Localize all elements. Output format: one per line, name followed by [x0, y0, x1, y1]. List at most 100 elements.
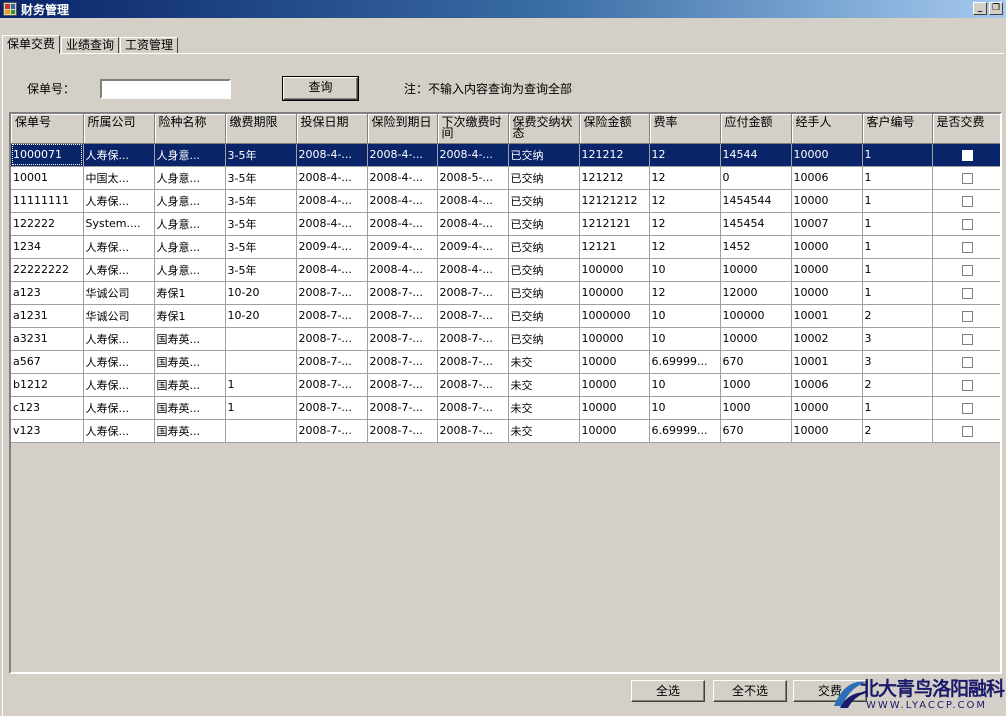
table-cell[interactable]: 1	[862, 281, 933, 305]
restore-icon[interactable]: ❐	[989, 2, 1003, 15]
table-cell[interactable]: 人寿保...	[83, 258, 155, 282]
table-cell[interactable]: 2008-7-...	[296, 304, 368, 328]
table-cell[interactable]: 华诚公司	[83, 304, 155, 328]
table-cell[interactable]: 2009-4-...	[367, 235, 438, 259]
table-cell[interactable]: 寿保1	[154, 281, 226, 305]
select-none-button[interactable]: 全不选	[713, 680, 787, 702]
table-row[interactable]: 122222 System.... 人身意... 3-5年 2008-4-... 2008…	[11, 212, 1000, 236]
table-cell[interactable]: 1454544	[720, 189, 792, 213]
table-cell[interactable]: 已交纳	[508, 166, 580, 190]
table-cell[interactable]: 3-5年	[225, 258, 297, 282]
table-cell[interactable]: 10000	[579, 419, 650, 443]
table-cell[interactable]: 1	[862, 166, 933, 190]
table-cell[interactable]: 2008-7-...	[437, 373, 509, 397]
table-cell[interactable]: 2008-4-...	[296, 212, 368, 236]
table-cell[interactable]: 14544	[720, 143, 792, 167]
column-header[interactable]: 应付金额	[720, 114, 792, 144]
table-cell[interactable]: 10-20	[225, 304, 297, 328]
table-cell[interactable]: 人寿保...	[83, 396, 155, 420]
paid-checkbox[interactable]	[961, 379, 973, 391]
table-cell[interactable]: 121212	[579, 166, 650, 190]
table-cell[interactable]: 2008-4-...	[367, 189, 438, 213]
table-cell[interactable]: 1	[862, 235, 933, 259]
table-cell[interactable]: 2008-7-...	[367, 419, 438, 443]
table-row[interactable]: c123 人寿保... 国寿英... 1 2008-7-... 2008-7-... 200…	[11, 396, 1000, 420]
table-cell[interactable]: 10000	[720, 327, 792, 351]
table-cell[interactable]: 国寿英...	[154, 350, 226, 374]
table-cell[interactable]: 人身意...	[154, 258, 226, 282]
table-cell[interactable]: 2008-7-...	[296, 373, 368, 397]
table-cell[interactable]: 12000	[720, 281, 792, 305]
table-row[interactable]: 22222222 人寿保... 人身意... 3-5年 2008-4-... 2008-4…	[11, 258, 1000, 282]
policy-number-input[interactable]	[100, 79, 231, 99]
table-cell[interactable]: 10006	[791, 166, 863, 190]
table-cell[interactable]: 2	[862, 373, 933, 397]
table-cell[interactable]: c123	[11, 396, 84, 420]
table-cell[interactable]: 10000	[791, 235, 863, 259]
table-cell[interactable]: 10001	[11, 166, 84, 190]
table-cell[interactable]: 寿保1	[154, 304, 226, 328]
table-cell[interactable]: a567	[11, 350, 84, 374]
table-cell[interactable]: 人寿保...	[83, 235, 155, 259]
table-cell[interactable]: 已交纳	[508, 235, 580, 259]
table-cell[interactable]: 国寿英...	[154, 396, 226, 420]
table-cell[interactable]: 国寿英...	[154, 327, 226, 351]
table-cell[interactable]: 已交纳	[508, 189, 580, 213]
table-cell[interactable]: 2008-7-...	[437, 327, 509, 351]
column-header[interactable]: 保险金额	[579, 114, 650, 144]
table-cell[interactable]: 人寿保...	[83, 350, 155, 374]
table-cell[interactable]: 3-5年	[225, 212, 297, 236]
table-cell[interactable]: 10000	[579, 396, 650, 420]
table-cell[interactable]: 人身意...	[154, 189, 226, 213]
table-cell[interactable]: 11111111	[11, 189, 84, 213]
table-cell[interactable]: 2008-4-...	[367, 212, 438, 236]
table-cell[interactable]: 人身意...	[154, 166, 226, 190]
table-cell[interactable]: 12121	[579, 235, 650, 259]
table-cell[interactable]: 2008-7-...	[437, 350, 509, 374]
table-cell[interactable]: 国寿英...	[154, 419, 226, 443]
table-cell[interactable]: 1	[225, 373, 297, 397]
table-cell[interactable]: 未交	[508, 373, 580, 397]
table-cell[interactable]: 12121212	[579, 189, 650, 213]
table-cell[interactable]: 2008-4-...	[296, 189, 368, 213]
column-header[interactable]: 下次缴费时间	[437, 114, 509, 144]
table-cell[interactable]: 100000	[579, 258, 650, 282]
table-cell[interactable]: 人身意...	[154, 235, 226, 259]
paid-checkbox-cell[interactable]	[932, 143, 1000, 167]
table-cell[interactable]: 10000	[791, 396, 863, 420]
table-cell[interactable]: 10	[649, 304, 721, 328]
column-header[interactable]: 经手人	[791, 114, 863, 144]
table-cell[interactable]: 未交	[508, 350, 580, 374]
column-header[interactable]: 险种名称	[154, 114, 226, 144]
table-cell[interactable]: 3-5年	[225, 235, 297, 259]
table-row[interactable]: 1234 人寿保... 人身意... 3-5年 2009-4-... 2009-4-...…	[11, 235, 1000, 259]
paid-checkbox[interactable]	[961, 241, 973, 253]
table-cell[interactable]: 2	[862, 304, 933, 328]
paid-checkbox-cell[interactable]	[932, 166, 1000, 190]
table-cell[interactable]: 人寿保...	[83, 143, 155, 167]
table-row[interactable]: 10001 中国太... 人身意... 3-5年 2008-4-... 2008-4-..…	[11, 166, 1000, 190]
table-cell[interactable]: 100000	[720, 304, 792, 328]
table-cell[interactable]: 2008-7-...	[437, 419, 509, 443]
table-cell[interactable]: 3-5年	[225, 166, 297, 190]
table-cell[interactable]: 3-5年	[225, 143, 297, 167]
table-cell[interactable]: 10000	[791, 189, 863, 213]
paid-checkbox-cell[interactable]	[932, 373, 1000, 397]
table-cell[interactable]: 2008-7-...	[437, 281, 509, 305]
table-cell[interactable]: 1000000	[579, 304, 650, 328]
table-cell[interactable]: 10	[649, 327, 721, 351]
table-cell[interactable]: a3231	[11, 327, 84, 351]
tab-policy-payment[interactable]: 保单交费	[2, 35, 61, 54]
policy-grid[interactable]: 保单号 所属公司 险种名称 缴费期限 投保日期 保险到期日 下次缴费时间 保费交纳状态 保险金额…	[9, 112, 1002, 674]
table-cell[interactable]: 122222	[11, 212, 84, 236]
minimize-icon[interactable]: _	[973, 2, 987, 15]
table-cell[interactable]: 2008-7-...	[296, 350, 368, 374]
table-cell[interactable]: 6.69999...	[649, 419, 721, 443]
table-cell[interactable]: 670	[720, 350, 792, 374]
table-row[interactable]: 1000071 人寿保... 人身意... 3-5年 2008-4-... 2008-4-…	[11, 143, 1000, 167]
column-header[interactable]: 投保日期	[296, 114, 368, 144]
table-cell[interactable]: 1452	[720, 235, 792, 259]
table-cell[interactable]: 10000	[579, 350, 650, 374]
paid-checkbox[interactable]	[961, 333, 973, 345]
table-row[interactable]: a567 人寿保... 国寿英... 2008-7-... 2008-7-... 2008…	[11, 350, 1000, 374]
